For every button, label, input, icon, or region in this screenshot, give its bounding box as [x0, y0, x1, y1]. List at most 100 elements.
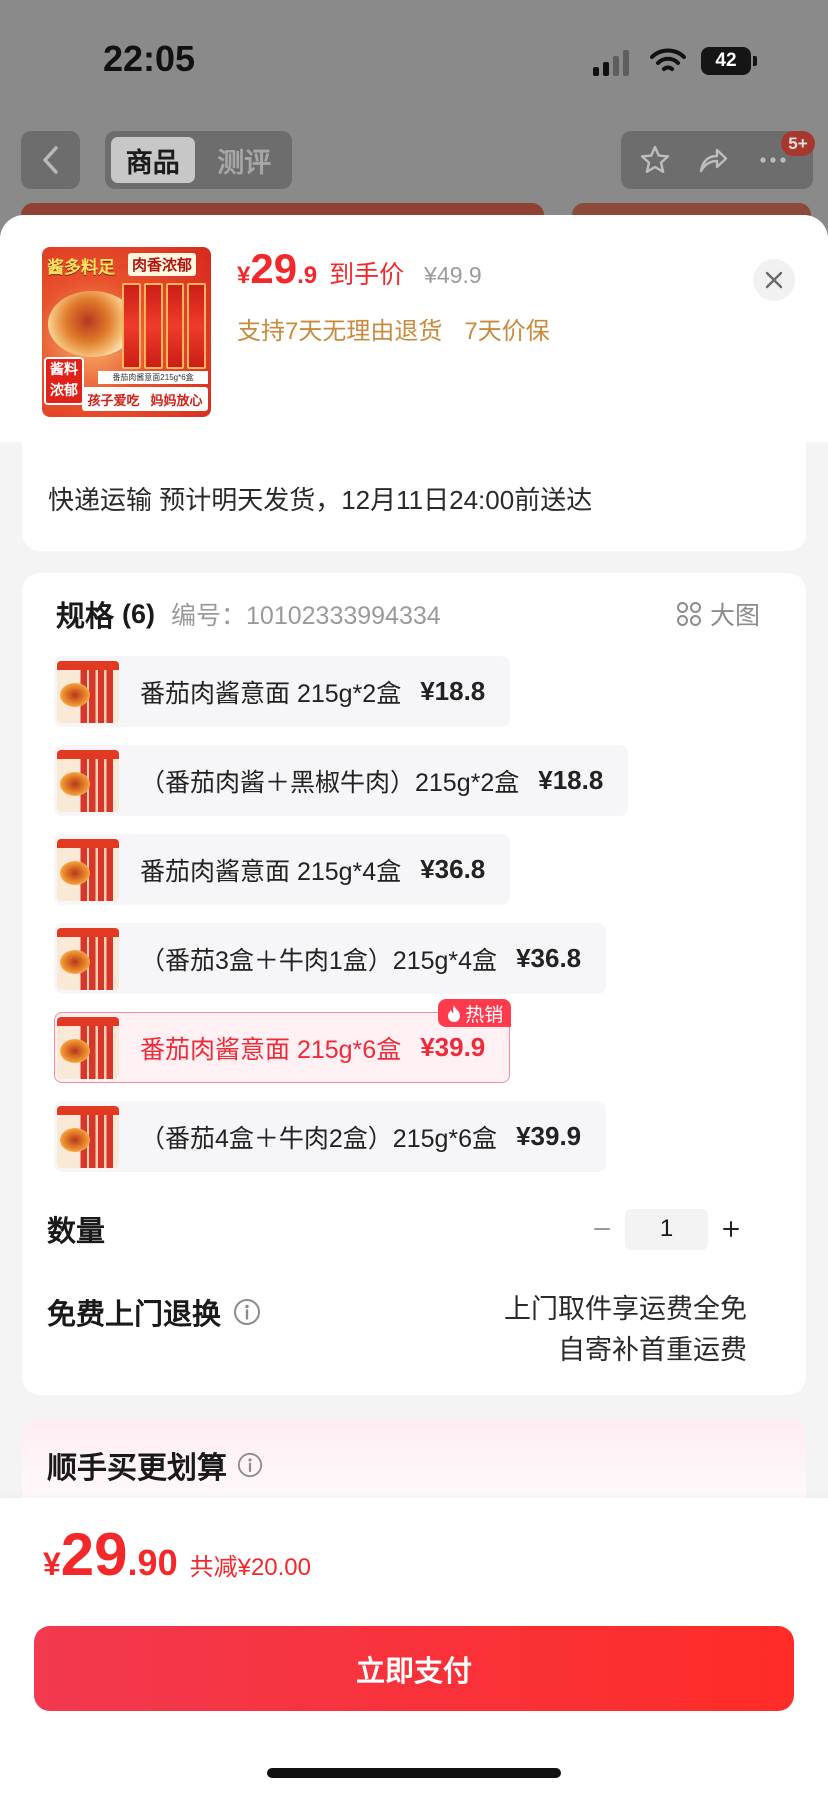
back-button[interactable]: [21, 131, 80, 189]
share-icon[interactable]: [697, 144, 729, 176]
spec-option-price: ¥36.8: [516, 943, 582, 973]
pay-now-button[interactable]: 立即支付: [34, 1626, 794, 1711]
quantity-label: 数量: [47, 1216, 106, 1248]
tab-product[interactable]: 商品: [111, 137, 195, 183]
spec-option-price: ¥18.8: [538, 765, 604, 795]
info-icon[interactable]: [237, 1452, 263, 1478]
spec-option-name: 番茄肉酱意面 215g*4盒: [140, 857, 402, 886]
thumbnail-slogan: 孩子爱吃 妈妈放心: [82, 387, 208, 411]
wifi-icon: [650, 48, 686, 71]
delivery-estimate: 快递运输 预计明天发货，12月11日24:00前送达: [48, 485, 593, 515]
quantity-input[interactable]: 1: [625, 1208, 708, 1250]
price-decimal: .9: [297, 262, 318, 289]
thumbnail-tag-yellow: 酱多料足: [47, 258, 115, 277]
spec-option-price: ¥18.8: [420, 676, 486, 706]
spec-option[interactable]: 番茄肉酱意面 215g*6盒 ¥39.9 热销: [54, 999, 512, 1083]
free-return-details: 上门取件享运费全免 自寄补首重运费: [504, 1289, 747, 1371]
free-return-row: 免费上门退换 上门取件享运费全免 自寄补首重运费: [47, 1289, 747, 1371]
total-discount: 共减¥20.00: [189, 1554, 311, 1581]
price-label: 到手价: [329, 261, 405, 289]
spec-option-price: ¥39.9: [516, 1121, 582, 1151]
chevron-left-icon: [42, 146, 58, 174]
badge-label: 热销: [465, 1004, 504, 1026]
spec-header: 规格 (6) 编号：10102333994334 大图: [56, 593, 760, 635]
total-currency: ¥: [43, 1546, 61, 1582]
product-code: 编号：10102333994334: [171, 602, 441, 630]
status-time: 22:05: [103, 38, 196, 79]
plus-icon: [723, 1221, 739, 1237]
minus-icon: [594, 1228, 610, 1230]
checkout-footer: ¥ 29 .90 共减¥20.00 立即支付: [0, 1498, 828, 1796]
page-tabs: 商品 测评: [105, 131, 292, 189]
spec-option-name: 番茄肉酱意面 215g*2盒: [140, 679, 402, 708]
spec-option[interactable]: 番茄肉酱意面 215g*4盒 ¥36.8: [54, 834, 511, 905]
spec-count: (6): [122, 598, 156, 629]
close-button[interactable]: [753, 259, 795, 301]
thumbnail-pack-caption: 番茄肉酱意面215g*6盒: [98, 371, 208, 384]
spec-option-name: （番茄肉酱＋黑椒牛肉）215g*2盒: [140, 768, 520, 797]
hot-sale-badge: 热销: [438, 999, 512, 1027]
free-return-line: 自寄补首重运费: [558, 1335, 747, 1365]
big-image-toggle[interactable]: 大图: [676, 596, 760, 632]
service-guarantees: 支持7天无理由退货 7天价保: [237, 311, 550, 345]
service-return-policy: 支持7天无理由退货: [237, 318, 443, 345]
free-return-line: 上门取件享运费全免: [504, 1294, 747, 1324]
spec-option-thumbnail: [57, 1105, 119, 1168]
tab-review[interactable]: 测评: [203, 137, 287, 183]
close-icon: [765, 271, 783, 289]
final-price: ¥ 29 .9 到手价 ¥49.9: [237, 245, 482, 297]
sku-selection-sheet: 酱多料足 肉香浓郁 番茄肉酱意面215g*6盒 酱料 浓郁 孩子爱吃 妈妈放心 …: [0, 215, 828, 1796]
upsell-header: 顺手买更划算: [47, 1447, 263, 1485]
thumbnail-corner-tag: 酱料 浓郁: [44, 357, 84, 405]
spec-option-thumbnail: [57, 749, 119, 812]
spec-option[interactable]: （番茄肉酱＋黑椒牛肉）215g*2盒 ¥18.8: [54, 745, 629, 816]
spec-option-name: （番茄4盒＋牛肉2盒）215g*6盒: [140, 1124, 498, 1153]
more-badge: 5+: [781, 131, 815, 156]
free-return-label: 免费上门退换: [47, 1299, 222, 1331]
decrease-button[interactable]: [585, 1212, 619, 1246]
service-price-protection: 7天价保: [464, 318, 550, 345]
spec-title: 规格: [56, 601, 115, 633]
thumbnail-corner-line: 酱料: [50, 361, 78, 377]
spec-option[interactable]: （番茄3盒＋牛肉1盒）215g*4盒 ¥36.8: [54, 923, 607, 994]
sheet-header: 酱多料足 肉香浓郁 番茄肉酱意面215g*6盒 酱料 浓郁 孩子爱吃 妈妈放心 …: [0, 215, 828, 442]
total-integer: 29: [60, 1521, 128, 1588]
price-integer: 29: [250, 245, 298, 292]
spec-option-thumbnail: [57, 660, 119, 723]
free-return-label-group: 免费上门退换: [47, 1292, 261, 1332]
battery-cap: [753, 56, 757, 66]
pay-now-label: 立即支付: [355, 1655, 472, 1688]
cellular-signal-icon: [593, 50, 633, 76]
thumbnail-slogan-2: 妈妈放心: [150, 392, 203, 408]
spec-option-price: ¥36.8: [420, 854, 486, 884]
price-currency: ¥: [237, 262, 251, 289]
spec-option-name: （番茄3盒＋牛肉1盒）215g*4盒: [140, 946, 498, 975]
spec-option-price: ¥39.9: [420, 1032, 486, 1062]
flame-icon: [448, 1004, 461, 1022]
spec-card: 规格 (6) 编号：10102333994334 大图 番茄肉酱意面 215g*…: [22, 573, 806, 1395]
spec-option[interactable]: （番茄4盒＋牛肉2盒）215g*6盒 ¥39.9: [54, 1101, 607, 1172]
thumbnail-slogan-1: 孩子爱吃: [87, 392, 140, 408]
spec-option-name: 番茄肉酱意面 215g*6盒: [140, 1035, 402, 1064]
product-thumbnail[interactable]: 酱多料足 肉香浓郁 番茄肉酱意面215g*6盒 酱料 浓郁 孩子爱吃 妈妈放心: [42, 247, 211, 417]
total-price: ¥ 29 .90 共减¥20.00: [43, 1520, 311, 1600]
star-icon[interactable]: [639, 144, 671, 176]
quantity-row: 数量 1: [47, 1203, 748, 1255]
upsell-title: 顺手买更划算: [47, 1452, 227, 1485]
spec-option-thumbnail: [57, 1016, 119, 1079]
battery-indicator: 42: [701, 47, 751, 75]
grid-icon: [676, 602, 701, 626]
info-icon[interactable]: [233, 1298, 261, 1326]
thumbnail-corner-line: 浓郁: [50, 382, 78, 398]
spec-option-thumbnail: [57, 927, 119, 990]
quantity-stepper: 1: [585, 1208, 748, 1250]
spec-option[interactable]: 番茄肉酱意面 215g*2盒 ¥18.8: [54, 656, 511, 727]
increase-button[interactable]: [714, 1212, 748, 1246]
total-decimal: .90: [127, 1542, 178, 1583]
thumbnail-tag-white: 肉香浓郁: [128, 253, 197, 276]
big-image-label: 大图: [709, 602, 760, 630]
original-price: ¥49.9: [424, 262, 482, 288]
home-indicator: [267, 1768, 561, 1778]
spec-option-thumbnail: [57, 838, 119, 901]
sauce-packs-image: [122, 283, 206, 369]
